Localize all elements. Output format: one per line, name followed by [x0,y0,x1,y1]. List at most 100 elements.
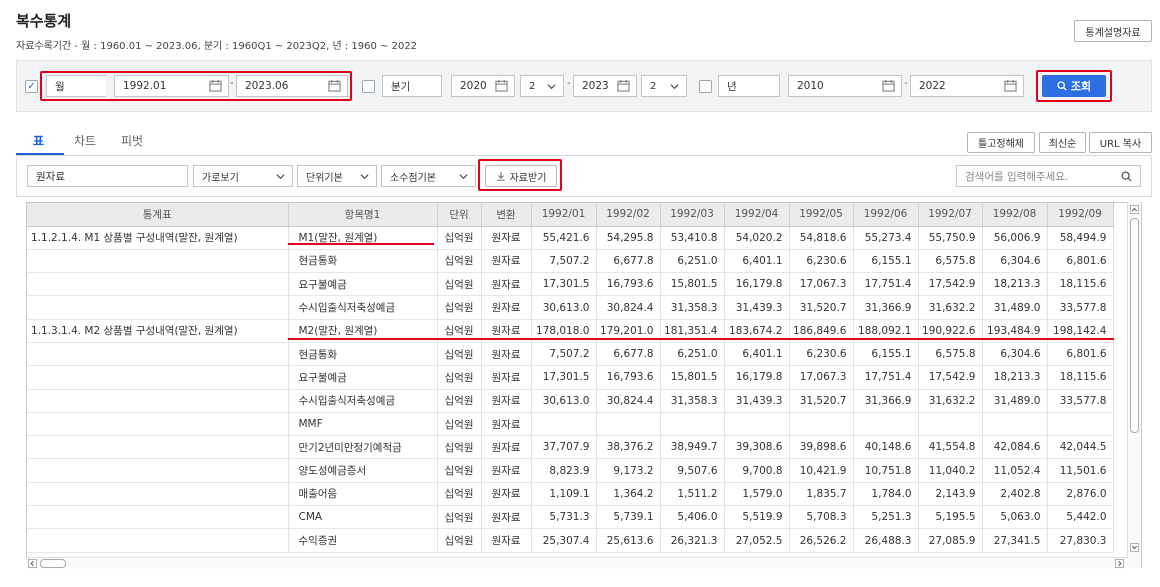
table-row[interactable]: 요구불예금 십억원 원자료 17,301.5 16,793.6 15,801.5 16,17… [27,272,1114,297]
calendar-icon[interactable] [617,79,630,92]
table-row[interactable]: 1.1.2.1.4. M1 상품별 구성내역(말잔, 원계열) M1(말잔, 원계… [27,226,1114,250]
calendar-icon[interactable] [495,79,508,92]
value-cell: 31,366.9 [853,295,919,320]
horizontal-scrollbar[interactable] [26,557,1128,569]
help-doc-button[interactable]: 통계설명자료 [1074,20,1152,42]
search-icon[interactable] [1121,171,1132,182]
table-row[interactable]: MMF 십억원 원자료 [27,412,1114,437]
value-cell: 25,613.6 [596,528,661,553]
yearly-to-input[interactable]: 2022 [910,75,1024,97]
value-cell: 26,526.2 [789,528,854,553]
column-header[interactable]: 1992/04 [724,203,790,227]
column-header[interactable]: 변환 [481,203,532,227]
tab-table[interactable]: 표 [33,132,44,149]
table-row[interactable]: 현금통화 십억원 원자료 7,507.2 6,677.8 6,251.0 6,401.1 6,… [27,249,1114,274]
value-cell: 31,358.3 [660,295,725,320]
value-cell: 1,364.2 [596,482,661,507]
value-cell: 31,632.2 [918,295,983,320]
value-cell: 26,321.3 [660,528,725,553]
value-cell: 16,793.6 [596,365,661,390]
value-cell: 10,751.8 [853,458,919,483]
vertical-scroll-thumb[interactable] [1130,218,1139,433]
conversion-cell: 원자료 [481,505,532,530]
item-name-cell: 현금통화 [288,249,438,274]
grid-search-input[interactable]: 검색어를 입력해주세요. [956,165,1141,187]
grid-search-placeholder: 검색어를 입력해주세요. [965,170,1069,183]
table-row[interactable]: 양도성예금증서 십억원 원자료 8,823.9 9,173.2 9,507.6 9,700.… [27,458,1114,483]
yearly-from-value: 2010 [797,80,824,92]
chevron-down-icon[interactable] [1130,543,1139,552]
column-header[interactable]: 1992/09 [1047,203,1114,227]
chevron-right-icon[interactable] [1115,559,1124,568]
value-cell: 5,442.0 [1047,505,1114,530]
value-cell: 6,575.8 [918,342,983,367]
value-cell: 16,179.8 [724,365,790,390]
quarterly-from-year-input[interactable]: 2020 [451,75,515,97]
table-row[interactable]: CMA 십억원 원자료 5,731.3 5,739.1 5,406.0 5,519.9 5,7… [27,505,1114,530]
yearly-from-input[interactable]: 2010 [788,75,902,97]
column-header[interactable]: 1992/03 [660,203,725,227]
conversion-cell: 원자료 [481,365,532,390]
column-header[interactable]: 1992/06 [853,203,919,227]
raw-data-field[interactable]: 원자료 [27,165,188,187]
column-header[interactable]: 1992/01 [531,203,597,227]
value-cell: 1,835.7 [789,482,854,507]
value-cell: 11,040.2 [918,458,983,483]
column-header[interactable]: 1992/07 [918,203,983,227]
value-cell: 18,213.3 [982,365,1048,390]
url-copy-button[interactable]: URL 복사 [1089,132,1152,153]
decimal-select[interactable]: 소수점기본 [381,165,476,187]
stat-table-cell [27,412,289,437]
yearly-to-value: 2022 [919,80,946,92]
calendar-icon[interactable] [882,79,895,92]
monthly-checkbox[interactable]: ✓ [25,80,38,93]
table-row[interactable]: 수시입출식저축성예금 십억원 원자료 30,613.0 30,824.4 31,358.3… [27,295,1114,320]
table-row[interactable]: 매출어음 십억원 원자료 1,109.1 1,364.2 1,511.2 1,579.0 1,… [27,482,1114,507]
value-cell: 5,519.9 [724,505,790,530]
horizontal-scroll-thumb[interactable] [40,559,66,568]
unit-select[interactable]: 단위기본 [297,165,377,187]
table-row[interactable]: 만기2년미만정기예적금 십억원 원자료 37,707.9 38,376.2 38,949.… [27,435,1114,460]
value-cell: 6,677.8 [596,342,661,367]
quarterly-from-q-select[interactable]: 2 [520,75,564,97]
yearly-checkbox[interactable] [699,80,712,93]
column-header[interactable]: 1992/05 [789,203,854,227]
column-header[interactable]: 항목명1 [288,203,438,227]
view-select[interactable]: 가로보기 [193,165,293,187]
tab-chart[interactable]: 차트 [74,132,96,149]
calendar-icon[interactable] [1004,79,1017,92]
chevron-up-icon[interactable] [1130,205,1139,214]
table-row[interactable]: 수시입출식저축성예금 십억원 원자료 30,613.0 30,824.4 31,358.3… [27,389,1114,413]
value-cell: 5,195.5 [918,505,983,530]
column-header[interactable]: 1992/02 [596,203,661,227]
latest-first-button[interactable]: 최신순 [1039,132,1086,153]
value-cell: 6,251.0 [660,342,725,367]
value-cell: 5,739.1 [596,505,661,530]
quarterly-checkbox[interactable] [362,80,375,93]
value-cell: 31,520.7 [789,295,854,320]
value-cell: 16,179.8 [724,272,790,297]
quarterly-label: 분기 [382,75,442,97]
table-row[interactable]: 현금통화 십억원 원자료 7,507.2 6,677.8 6,251.0 6,401.1 6,… [27,342,1114,367]
value-cell: 17,301.5 [531,365,597,390]
value-cell: 31,439.3 [724,389,790,413]
table-row[interactable]: 요구불예금 십억원 원자료 17,301.5 16,793.6 15,801.5 16,17… [27,365,1114,390]
value-cell: 39,308.6 [724,435,790,460]
value-cell: 18,213.3 [982,272,1048,297]
value-cell [596,412,661,437]
value-cell: 15,801.5 [660,272,725,297]
column-header[interactable]: 단위 [437,203,482,227]
table-row[interactable]: 수익증권 십억원 원자료 25,307.4 25,613.6 26,321.3 27,052… [27,528,1114,553]
chevron-left-icon[interactable] [28,559,37,568]
column-header[interactable]: 통계표 [27,203,289,227]
unfreeze-button[interactable]: 틀고정해제 [967,132,1035,153]
column-header[interactable]: 1992/08 [982,203,1048,227]
data-period-subtitle: 자료수록기간 - 월 : 1960.01 ~ 2023.06, 분기 : 196… [16,41,418,52]
quarterly-to-year-value: 2023 [582,80,609,92]
quarterly-to-q-select[interactable]: 2 [641,75,687,97]
conversion-cell: 원자료 [481,295,532,320]
vertical-scrollbar[interactable] [1127,202,1141,568]
quarterly-to-year-input[interactable]: 2023 [573,75,637,97]
tab-pivot[interactable]: 피벗 [121,132,143,149]
unit-cell: 십억원 [437,435,482,460]
